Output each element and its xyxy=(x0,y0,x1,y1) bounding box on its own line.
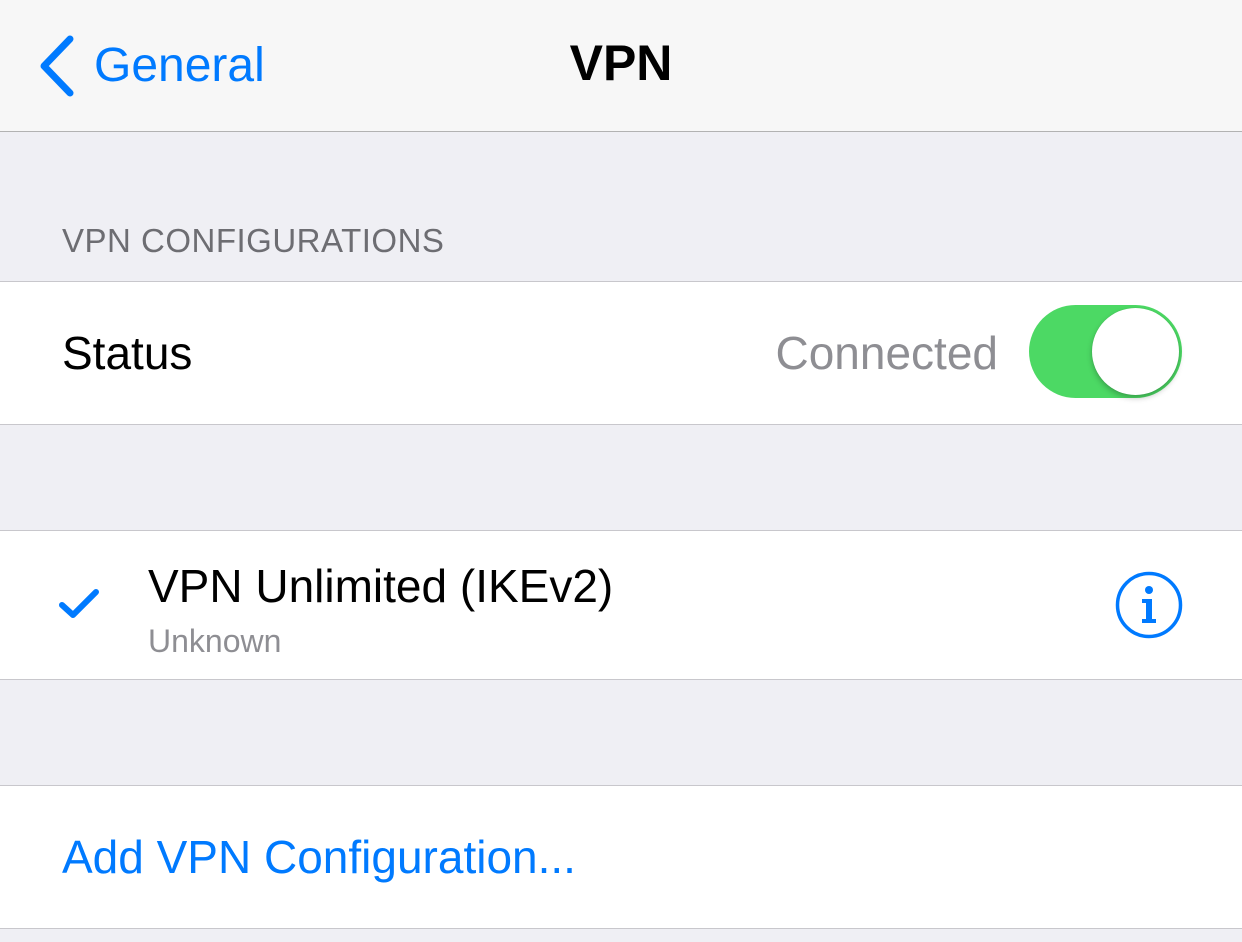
status-value: Connected xyxy=(775,327,999,379)
vpn-configuration-name: VPN Unlimited (IKEv2) xyxy=(148,560,614,612)
vpn-configuration-subtitle: Unknown xyxy=(148,623,282,659)
page-title: VPN xyxy=(569,35,673,91)
vpn-status-toggle[interactable] xyxy=(1029,305,1182,398)
vpn-configuration-row[interactable]: VPN Unlimited (IKEv2) Unknown xyxy=(0,530,1242,680)
add-vpn-configuration-row[interactable]: Add VPN Configuration... xyxy=(0,785,1242,929)
section-header-vpn-configurations: VPN CONFIGURATIONS xyxy=(62,222,445,259)
info-circle-icon[interactable] xyxy=(1115,571,1183,639)
checkmark-icon xyxy=(59,589,99,618)
status-label: Status xyxy=(62,327,193,379)
status-row: Status Connected xyxy=(0,281,1242,425)
add-vpn-configuration-link[interactable]: Add VPN Configuration... xyxy=(62,834,576,880)
toggle-knob xyxy=(1092,308,1179,395)
navigation-bar: General VPN xyxy=(0,0,1242,132)
